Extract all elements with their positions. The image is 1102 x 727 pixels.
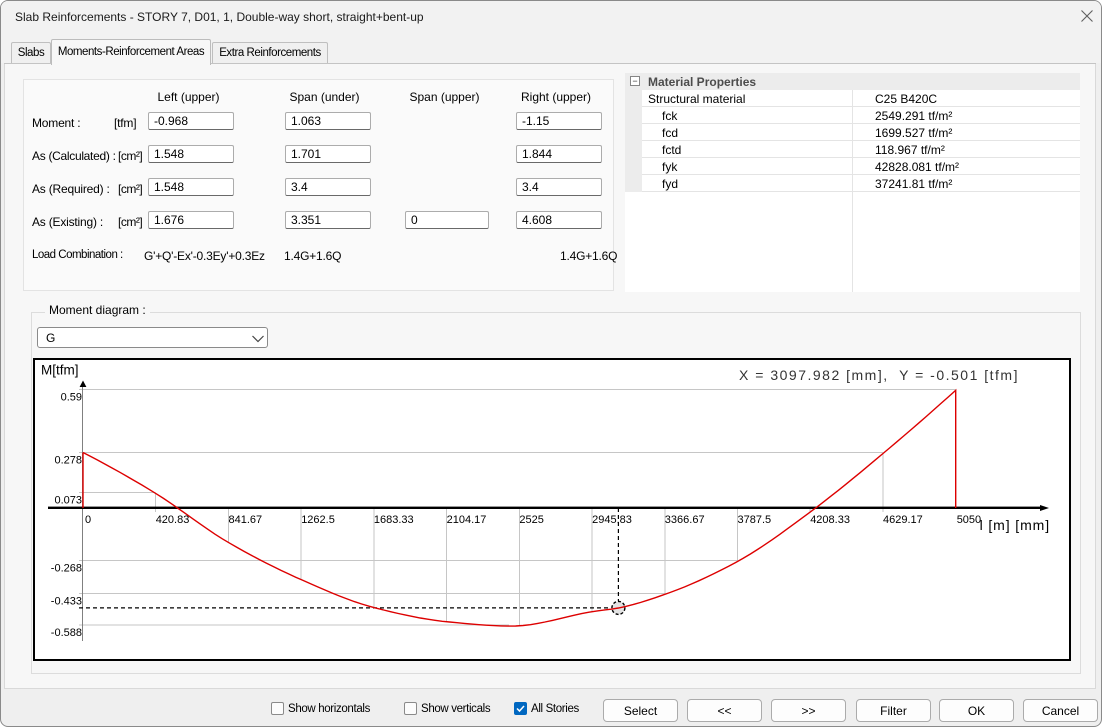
svg-text:M[tfm]: M[tfm]: [41, 363, 79, 378]
svg-text:1683.33: 1683.33: [374, 514, 414, 526]
svg-text:0.073: 0.073: [54, 494, 82, 506]
svg-text:2104.17: 2104.17: [447, 514, 487, 526]
svg-text:2945.83: 2945.83: [592, 514, 632, 526]
svg-text:1262.5: 1262.5: [301, 514, 335, 526]
svg-text:X = 3097.982 [mm], Y = -0.501: X = 3097.982 [mm], Y = -0.501 [tfm]: [739, 367, 1019, 383]
svg-text:-0.588: -0.588: [51, 627, 82, 639]
svg-text:-0.433: -0.433: [51, 595, 82, 607]
svg-text:4208.33: 4208.33: [810, 514, 850, 526]
svg-text:0.59: 0.59: [61, 391, 82, 403]
svg-text:420.83: 420.83: [156, 514, 190, 526]
svg-text:0.278: 0.278: [54, 455, 82, 467]
svg-text:0: 0: [85, 514, 91, 526]
svg-text:2525: 2525: [519, 514, 543, 526]
svg-text:841.67: 841.67: [229, 514, 263, 526]
svg-text:3787.5: 3787.5: [738, 514, 772, 526]
svg-text:4629.17: 4629.17: [883, 514, 923, 526]
svg-text:-0.268: -0.268: [51, 563, 82, 575]
svg-text:l [m] [mm]: l [m] [mm]: [980, 517, 1050, 533]
svg-text:3366.67: 3366.67: [665, 514, 705, 526]
svg-text:5050: 5050: [957, 514, 981, 526]
